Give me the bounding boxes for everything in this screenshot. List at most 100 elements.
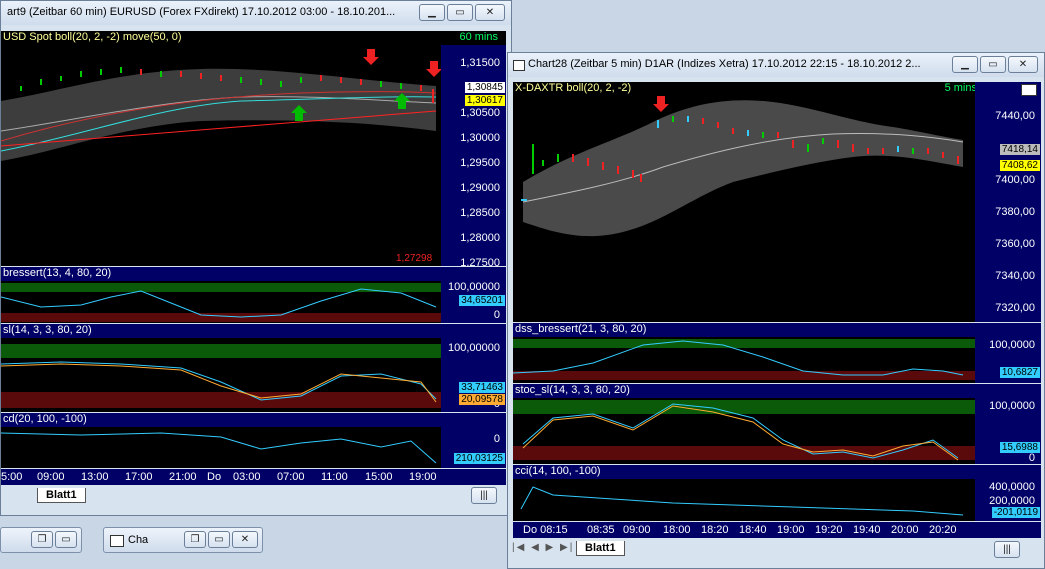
tick: 100,00000 <box>448 281 500 293</box>
scroll-button[interactable]: ||| <box>471 487 497 504</box>
scale-corner-icon[interactable] <box>1021 84 1037 96</box>
tick: 1,30500 <box>460 107 500 119</box>
xlabel: 20:20 <box>929 524 957 536</box>
xlabel: 09:00 <box>37 471 65 483</box>
tick: 0 <box>1028 452 1035 464</box>
xlabel: 17:00 <box>125 471 153 483</box>
sheet-tab[interactable]: Blatt1 <box>576 541 625 556</box>
indicator-pane-stoc[interactable]: sl(14, 3, 3, 80, 20) 100,00000 0 33,7146… <box>1 324 506 412</box>
ind-scale: 100,0000 0 10,6827 <box>975 337 1041 383</box>
close-icon: ✕ <box>485 7 495 18</box>
xlabel: 19:00 <box>777 524 805 536</box>
minimize-icon: ▁ <box>961 59 969 70</box>
xlabel: 21:00 <box>169 471 197 483</box>
indicator-pane-dss[interactable]: dss_bressert(21, 3, 80, 20) 100,0000 0 1… <box>513 323 1041 383</box>
tick: 7360,00 <box>995 238 1035 250</box>
sheet-tabbar: |◀ ◀ ▶ ▶| Blatt1 ||| <box>508 539 1044 561</box>
ind-value-box: 34,65201 <box>459 295 505 306</box>
xlabel: 11:00 <box>321 471 348 483</box>
price-pane[interactable]: USD Spot boll(20, 2, -2) move(50, 0) 60 … <box>1 31 506 269</box>
sheet-tabbar: Blatt1 ||| <box>1 486 511 506</box>
restore-button[interactable]: ❐ <box>31 531 53 548</box>
xlabel: 09:00 <box>623 524 651 536</box>
tick: 1,29500 <box>460 157 500 169</box>
maximize-button[interactable]: ▭ <box>55 531 77 548</box>
tick: 200,0000 <box>989 495 1035 507</box>
ind-scale: 0 210,03125 <box>441 427 506 468</box>
xlabel: 5:00 <box>1 471 23 483</box>
indicator-pane-cci[interactable]: cci(14, 100, -100) 400,0000 200,0000 0 -… <box>513 465 1041 521</box>
xlabel: 08:35 <box>587 524 615 536</box>
time-axis: Do 08:15 08:35 09:00 18:00 18:20 18:40 1… <box>513 522 1041 538</box>
minimized-window-chart[interactable]: ❐ ▭ <box>0 527 82 553</box>
cci-line <box>520 486 964 516</box>
tick: 1,31500 <box>460 57 500 69</box>
minimized-window-chart[interactable]: Cha ❐ ▭ ✕ <box>103 527 263 553</box>
grip-icon: ||| <box>1003 544 1011 555</box>
maximize-button[interactable]: ▭ <box>447 4 473 21</box>
window-title: Chart28 (Zeitbar 5 min) D1AR (Indizes Xe… <box>528 58 921 70</box>
ind-value-box: 10,6827 <box>999 367 1040 378</box>
interval-label: 60 mins <box>459 31 498 43</box>
xlabel: Do <box>207 471 222 483</box>
minimize-button[interactable]: ▁ <box>419 4 445 21</box>
ind-value-box: 15,6988 <box>999 442 1040 453</box>
tick: 400,0000 <box>989 481 1035 493</box>
xlabel: 18:20 <box>701 524 729 536</box>
xlabel: 03:00 <box>233 471 261 483</box>
tick: 1,29000 <box>460 182 500 194</box>
indicator-pane-cci[interactable]: cd(20, 100, -100) 0 210,03125 <box>1 413 506 468</box>
xlabel: 18:00 <box>663 524 691 536</box>
minimize-icon: ▁ <box>428 7 436 18</box>
maximize-icon: ▭ <box>455 7 465 18</box>
maximize-button[interactable]: ▭ <box>208 531 230 548</box>
tick: 7440,00 <box>995 110 1035 122</box>
tick: 100,0000 <box>989 400 1035 412</box>
close-icon: ✕ <box>1018 59 1028 70</box>
dss-line <box>513 340 964 376</box>
restore-icon: ❐ <box>190 534 200 545</box>
sheet-tab[interactable]: Blatt1 <box>37 488 86 503</box>
ind-scale: 100,00000 0 34,65201 <box>441 281 506 323</box>
close-button[interactable]: ✕ <box>1008 56 1038 73</box>
xlabel: 18:40 <box>739 524 767 536</box>
tick: 0 <box>493 433 500 445</box>
price-scale: 7440,00 7400,00 7380,00 7360,00 7340,00 … <box>975 82 1041 322</box>
tick: 1,30000 <box>460 132 500 144</box>
maximize-icon: ▭ <box>61 534 71 545</box>
close-button[interactable]: ✕ <box>475 4 505 21</box>
ind-value-box: -201,0119 <box>991 507 1040 518</box>
chart-window-eurusd[interactable]: art9 (Zeitbar 60 min) EURUSD (Forex FXdi… <box>0 0 512 516</box>
price-chart-canvas <box>1 49 441 161</box>
tick: 7320,00 <box>995 302 1035 314</box>
tab-nav-buttons[interactable]: |◀ ◀ ▶ ▶| <box>512 542 574 553</box>
xlabel: 07:00 <box>277 471 305 483</box>
maximize-icon: ▭ <box>214 534 224 545</box>
tick: 0 <box>493 309 500 321</box>
price-value-box: 7418,14 <box>999 144 1040 155</box>
tick: 1,28000 <box>460 232 500 244</box>
maximize-button[interactable]: ▭ <box>980 56 1006 73</box>
window-titlebar[interactable]: Chart28 (Zeitbar 5 min) D1AR (Indizes Xe… <box>508 53 1044 77</box>
window-title: art9 (Zeitbar 60 min) EURUSD (Forex FXdi… <box>7 6 396 18</box>
restore-button[interactable]: ❐ <box>184 531 206 548</box>
grip-icon: ||| <box>480 490 488 501</box>
close-button[interactable]: ✕ <box>232 531 258 548</box>
cci-line <box>1 432 437 464</box>
price-chart-canvas <box>521 96 964 237</box>
price-pane[interactable]: X-DAXTR boll(20, 2, -2) 5 mins 7440,00 7… <box>513 82 1041 322</box>
scroll-button[interactable]: ||| <box>994 541 1020 558</box>
ind-scale: 100,0000 0 15,6988 <box>975 398 1041 464</box>
indicator-pane-dss[interactable]: bressert(13, 4, 80, 20) 100,00000 0 34,6… <box>1 267 506 323</box>
stoc-lines <box>522 403 959 461</box>
tick: 1,28500 <box>460 207 500 219</box>
chart-window-dax[interactable]: Chart28 (Zeitbar 5 min) D1AR (Indizes Xe… <box>507 52 1045 569</box>
ind-scale: 400,0000 200,0000 0 -201,0119 <box>975 479 1041 521</box>
chart-app-icon <box>513 60 525 71</box>
tick: 7400,00 <box>995 174 1035 186</box>
minimize-button[interactable]: ▁ <box>952 56 978 73</box>
tick: 7340,00 <box>995 270 1035 282</box>
tick: 100,00000 <box>448 342 500 354</box>
window-titlebar[interactable]: art9 (Zeitbar 60 min) EURUSD (Forex FXdi… <box>1 1 511 25</box>
indicator-pane-stoc[interactable]: stoc_sl(14, 3, 3, 80, 20) 100,0000 0 15,… <box>513 384 1041 464</box>
